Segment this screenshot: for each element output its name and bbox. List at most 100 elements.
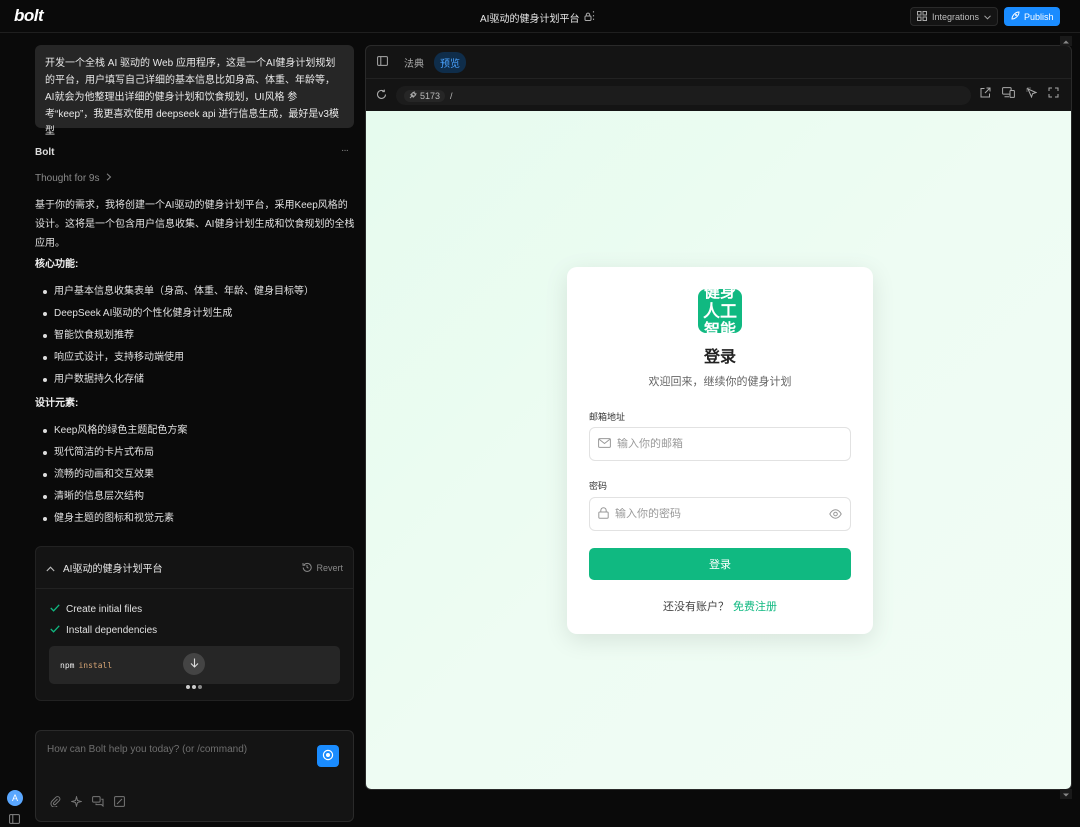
password-field-wrap[interactable]: [589, 497, 851, 531]
revert-button[interactable]: Revert: [302, 562, 343, 574]
sidebar-layout-icon[interactable]: [377, 55, 388, 69]
signup-prompt: 还没有账户？: [663, 601, 729, 613]
message-more-icon[interactable]: ···: [341, 145, 349, 156]
command-arg: install: [78, 660, 113, 670]
preview-tabs: 法典 预览: [366, 46, 1071, 79]
check-icon: [50, 604, 60, 615]
email-field[interactable]: [617, 438, 807, 450]
logo-line: 健身: [703, 289, 736, 301]
scrollbar-down-arrow[interactable]: [1060, 789, 1072, 799]
attach-icon[interactable]: [50, 796, 61, 810]
lock-icon: [598, 506, 609, 522]
mail-icon: [598, 437, 611, 451]
publish-label: Publish: [1024, 11, 1054, 22]
preview-actions: [980, 87, 1059, 101]
scroll-to-bottom-button[interactable]: [183, 653, 205, 675]
chat-pane: 开发一个全栈 AI 驱动的 Web 应用程序，这是一个AI健身计划规划的平台，用…: [0, 33, 365, 824]
list-item: 健身主题的图标和视觉元素: [35, 508, 187, 530]
sidebar-toggle-icon[interactable]: [9, 813, 20, 827]
integrations-label: Integrations: [932, 11, 980, 22]
bolt-logo[interactable]: bolt: [14, 6, 44, 26]
preview-viewport: 健身 人工 智能 登录 欢迎回来，继续你的健身计划 邮箱地址 密码 登录 还没有…: [366, 111, 1071, 789]
tab-preview[interactable]: 预览: [434, 51, 466, 73]
user-message: 开发一个全栈 AI 驱动的 Web 应用程序，这是一个AI健身计划规划的平台，用…: [35, 45, 354, 137]
edit-icon[interactable]: [114, 796, 125, 810]
history-icon: [302, 562, 313, 574]
login-title: 登录: [703, 349, 736, 366]
chevron-down-icon: [984, 12, 991, 22]
project-title[interactable]: AI驱动的健身计划平台: [480, 10, 592, 25]
top-bar: bolt AI驱动的健身计划平台 ⋮ Integrations Publish: [0, 0, 1080, 33]
scrollbar-up-arrow[interactable]: [1060, 36, 1072, 46]
artifact-card: AI驱动的健身计划平台 Revert Create initial files …: [35, 546, 354, 701]
url-bar: 5173 /: [366, 79, 1071, 111]
open-external-icon[interactable]: [980, 87, 991, 101]
artifact-steps: Create initial files Install dependencie…: [36, 589, 353, 641]
devices-icon[interactable]: [1002, 87, 1015, 101]
list-item: 清晰的信息层次结构: [35, 486, 187, 508]
chevron-up-icon[interactable]: [46, 561, 55, 575]
chat-tools: [50, 794, 125, 810]
rocket-icon: [1010, 10, 1020, 23]
app-logo: 健身 人工 智能: [698, 289, 742, 333]
artifact-header[interactable]: AI驱动的健身计划平台 Revert: [36, 547, 353, 589]
thought-toggle[interactable]: Thought for 9s: [35, 173, 112, 184]
fullscreen-icon[interactable]: [1048, 87, 1059, 101]
sparkle-icon[interactable]: [69, 794, 84, 810]
preview-panel: 法典 预览 5173 / 健身 人工 智能 登录 欢迎回来，继续你的健身计划 邮…: [365, 45, 1072, 790]
address-field[interactable]: 5173 /: [396, 86, 971, 105]
step-label: Install dependencies: [66, 625, 158, 636]
chat-input-box[interactable]: How can Bolt help you today? (or /comman…: [35, 730, 354, 822]
dot: [198, 685, 202, 689]
reply-intro: 基于你的需求，我将创建一个AI驱动的健身计划平台，采用Keep风格的设计。这将是…: [35, 200, 355, 249]
check-icon: [50, 625, 60, 636]
logo-line: 智能: [703, 322, 736, 333]
inspect-icon[interactable]: [1026, 87, 1038, 101]
avatar[interactable]: A: [7, 790, 23, 806]
list-item: 用户数据持久化存储: [35, 369, 314, 391]
password-field[interactable]: [615, 508, 805, 520]
grid-icon: [917, 10, 927, 23]
step-item: Create initial files: [50, 599, 339, 620]
integrations-button[interactable]: Integrations: [910, 7, 998, 26]
arrow-down-icon: [190, 657, 199, 671]
publish-button[interactable]: Publish: [1004, 7, 1060, 26]
list-item: Keep风格的绿色主题配色方案: [35, 420, 187, 442]
eye-icon[interactable]: [829, 508, 842, 522]
send-button[interactable]: [317, 745, 339, 767]
list-item: 流畅的动画和交互效果: [35, 464, 187, 486]
list-item: 响应式设计，支持移动端使用: [35, 347, 314, 369]
signup-row: 还没有账户？ 免费注册: [567, 598, 873, 614]
login-card: 健身 人工 智能 登录 欢迎回来，继续你的健身计划 邮箱地址 密码 登录 还没有…: [567, 267, 873, 634]
step-item: Install dependencies: [50, 620, 339, 641]
dot: [186, 685, 190, 689]
revert-label: Revert: [316, 562, 343, 573]
dot: [192, 685, 196, 689]
list-item: DeepSeek AI驱动的个性化健身计划生成: [35, 303, 314, 325]
reload-icon[interactable]: [376, 89, 387, 103]
design-list: Keep风格的绿色主题配色方案 现代简洁的卡片式布局 流畅的动画和交互效果 清晰…: [35, 420, 187, 530]
url-path: /: [450, 90, 453, 101]
chevron-right-icon: [102, 173, 112, 184]
port-selector[interactable]: 5173: [404, 89, 446, 102]
features-list: 用户基本信息收集表单（身高、体重、年龄、健身目标等） DeepSeek AI驱动…: [35, 281, 314, 391]
logo-line: 人工: [703, 302, 737, 321]
section-title-features: 核心功能:: [35, 259, 79, 270]
signup-link[interactable]: 免费注册: [733, 601, 777, 613]
record-icon: [322, 749, 334, 764]
section-title-design: 设计元素:: [35, 398, 79, 409]
step-label: Create initial files: [66, 604, 143, 615]
tab-code[interactable]: 法典: [398, 52, 430, 73]
login-button[interactable]: 登录: [589, 548, 851, 580]
project-menu-icon[interactable]: ⋮: [588, 9, 599, 22]
port-number: 5173: [420, 90, 441, 101]
email-field-wrap[interactable]: [589, 427, 851, 461]
loading-dots: [186, 685, 202, 689]
discuss-icon[interactable]: [92, 796, 104, 810]
chat-input[interactable]: How can Bolt help you today? (or /comman…: [47, 744, 247, 755]
email-label: 邮箱地址: [589, 412, 626, 422]
login-subtitle: 欢迎回来，继续你的健身计划: [648, 376, 792, 388]
list-item: 用户基本信息收集表单（身高、体重、年龄、健身目标等）: [35, 281, 314, 303]
password-label: 密码: [589, 481, 608, 491]
command-bin: npm: [60, 660, 75, 670]
